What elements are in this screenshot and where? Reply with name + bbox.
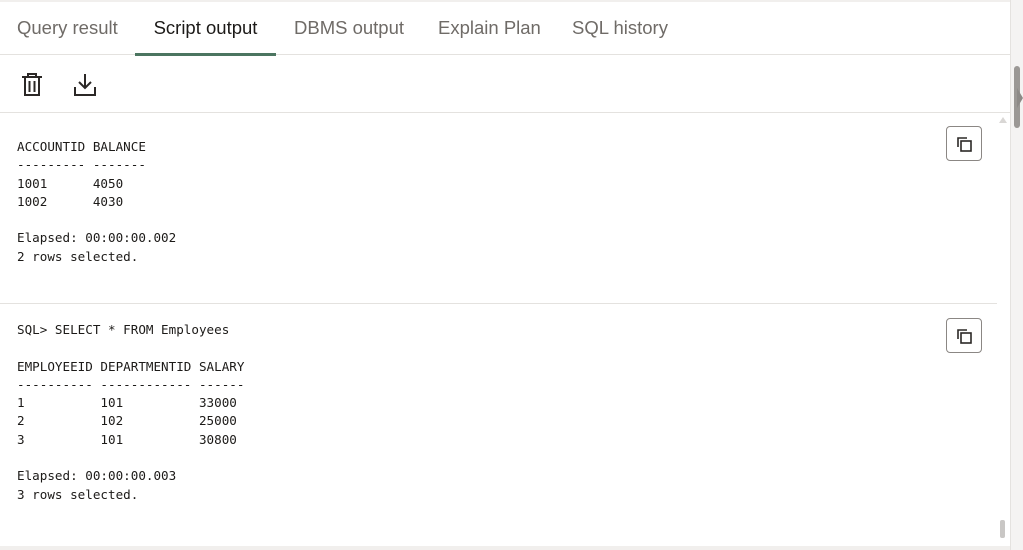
tab-label: Explain Plan [438, 17, 541, 38]
clear-output-button[interactable] [17, 70, 47, 100]
tab-label: Query result [17, 17, 118, 38]
inner-scrollbar-thumb[interactable] [1000, 520, 1005, 538]
output-toolbar [0, 56, 1010, 113]
tab-dbms-output[interactable]: DBMS output [294, 0, 404, 55]
output-tab-bar: Query result Script output DBMS output E… [0, 0, 1010, 56]
tab-explain-plan[interactable]: Explain Plan [438, 0, 541, 55]
tab-label: Script output [153, 17, 258, 38]
download-output-button[interactable] [70, 70, 100, 100]
vertical-scrollbar[interactable] [1010, 0, 1023, 550]
tab-script-output[interactable]: Script output [135, 0, 276, 56]
download-icon [74, 74, 96, 96]
tab-label: SQL history [572, 17, 668, 38]
output-block: ACCOUNTID BALANCE --------- ------- 1001… [0, 114, 997, 304]
trash-icon [22, 73, 42, 96]
output-text: SQL> SELECT * FROM Employees EMPLOYEEID … [17, 322, 245, 502]
output-text: ACCOUNTID BALANCE --------- ------- 1001… [17, 139, 177, 264]
output-block: SQL> SELECT * FROM Employees EMPLOYEEID … [0, 304, 997, 550]
inner-scroll-up-arrow[interactable] [999, 117, 1007, 123]
script-output-panel: ACCOUNTID BALANCE --------- ------- 1001… [0, 114, 1010, 550]
copy-icon [957, 136, 972, 152]
tab-sql-history[interactable]: SQL history [572, 0, 668, 55]
copy-button[interactable] [946, 126, 982, 161]
tab-query-result[interactable]: Query result [17, 0, 118, 55]
bottom-border [0, 546, 1010, 550]
copy-button[interactable] [946, 318, 982, 353]
copy-icon [957, 328, 972, 344]
tab-label: DBMS output [294, 17, 405, 38]
